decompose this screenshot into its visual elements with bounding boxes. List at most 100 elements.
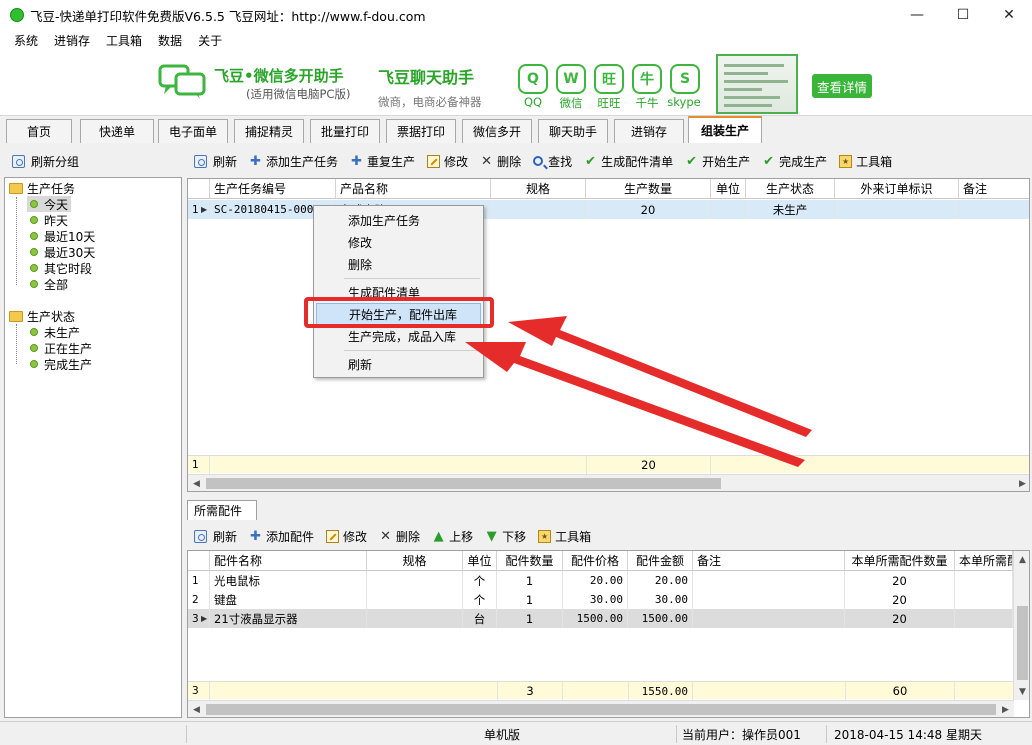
col-unit[interactable]: 单位 [711, 179, 746, 199]
start-production-button[interactable]: ✔ 开始生产 [685, 153, 750, 170]
col-part-need[interactable]: 本单所需配件数量 [845, 551, 955, 571]
tab-assembly[interactable]: 组装生产 [688, 116, 762, 143]
scroll-thumb[interactable] [206, 478, 721, 489]
col-note[interactable]: 备注 [959, 179, 1029, 199]
menu-inventory[interactable]: 进销存 [46, 32, 98, 49]
close-button[interactable]: ✕ [986, 0, 1032, 30]
minimize-button[interactable]: — [894, 0, 940, 30]
cell-part-note [693, 571, 845, 590]
toolbox-button[interactable]: ★ 工具箱 [839, 153, 892, 170]
tab-express[interactable]: 快递单 [80, 119, 154, 143]
parts-toolbox-label: 工具箱 [555, 529, 592, 544]
scroll-right-icon[interactable]: ▶ [997, 701, 1014, 717]
table-row[interactable]: 3 21寸液晶显示器 台 1 1500.00 1500.00 20 [188, 609, 1014, 628]
tab-required-parts[interactable]: 所需配件 [187, 500, 257, 520]
table-row[interactable]: 1 光电鼠标 个 1 20.00 20.00 20 [188, 571, 1014, 590]
menu-about[interactable]: 关于 [190, 32, 230, 49]
tree-item-in-production[interactable]: 正在生产 [27, 340, 95, 356]
move-up-button[interactable]: ▲ 上移 [432, 528, 474, 545]
maximize-button[interactable]: ☐ [940, 0, 986, 30]
task-horizontal-scrollbar[interactable]: ◀ ▶ [188, 474, 1029, 491]
col-part-note[interactable]: 备注 [693, 551, 845, 571]
row-number: 1 [188, 571, 210, 590]
tab-inventory[interactable]: 进销存 [614, 119, 684, 143]
menu-tools[interactable]: 工具箱 [98, 32, 150, 49]
col-part-price[interactable]: 配件价格 [563, 551, 628, 571]
tree-item-today[interactable]: 今天 [27, 196, 72, 212]
menu-system[interactable]: 系统 [6, 32, 46, 49]
add-part-button[interactable]: ✚ 添加配件 [249, 528, 314, 545]
tree-item-not-produced[interactable]: 未生产 [27, 324, 83, 340]
tree-group-tasks[interactable]: 生产任务 [9, 180, 75, 196]
col-quantity[interactable]: 生产数量 [586, 179, 711, 199]
tree-item-last-10-days[interactable]: 最近10天 [27, 228, 98, 244]
ctx-add-task[interactable]: 添加生产任务 [316, 209, 481, 231]
cell-part-name: 光电鼠标 [210, 571, 367, 590]
tab-wechat-multi[interactable]: 微信多开 [462, 119, 532, 143]
ctx-delete[interactable]: 删除 [316, 253, 481, 275]
scroll-thumb[interactable] [1017, 606, 1028, 680]
view-details-button[interactable]: 查看详情 [812, 74, 872, 98]
col-spec[interactable]: 规格 [491, 179, 586, 199]
scroll-left-icon[interactable]: ◀ [188, 701, 205, 717]
edit-button[interactable]: 修改 [427, 153, 468, 170]
status-dot-icon [30, 216, 38, 224]
move-down-button[interactable]: ▼ 下移 [485, 528, 527, 545]
col-part-need-2[interactable]: 本单所需配 [955, 551, 1013, 571]
cell-part-amount: 1500.00 [628, 609, 693, 628]
parts-delete-button[interactable]: ✕ 删除 [379, 528, 420, 545]
col-task-code[interactable]: 生产任务编号 [210, 179, 336, 199]
tab-chat-assistant[interactable]: 聊天助手 [538, 119, 608, 143]
col-part-amount[interactable]: 配件金额 [628, 551, 693, 571]
tab-batch-print[interactable]: 批量打印 [310, 119, 380, 143]
scroll-thumb[interactable] [206, 704, 996, 715]
parts-vertical-scrollbar[interactable]: ▲ ▼ [1013, 551, 1029, 700]
parts-refresh-label: 刷新 [213, 529, 238, 544]
tab-receipt-print[interactable]: 票据打印 [386, 119, 456, 143]
parts-edit-button[interactable]: 修改 [326, 528, 367, 545]
tab-e-waybill[interactable]: 电子面单 [158, 119, 228, 143]
tree-item-last-30-days[interactable]: 最近30天 [27, 244, 98, 260]
col-part-spec[interactable]: 规格 [367, 551, 463, 571]
refresh-button[interactable]: 刷新 [194, 153, 237, 170]
tab-home[interactable]: 首页 [6, 119, 72, 143]
delete-button[interactable]: ✕ 删除 [480, 153, 521, 170]
complete-production-button[interactable]: ✔ 完成生产 [762, 153, 827, 170]
tree-item-yesterday[interactable]: 昨天 [27, 212, 71, 228]
tab-capture[interactable]: 捕捉精灵 [234, 119, 304, 143]
add-task-button[interactable]: ✚ 添加生产任务 [249, 153, 338, 170]
scroll-right-icon[interactable]: ▶ [1014, 475, 1029, 491]
parts-toolbox-button[interactable]: ★ 工具箱 [538, 528, 591, 545]
group-tree: 生产任务 今天 昨天 最近10天 最近30天 其它时段 全部 生产状态 未生产 … [4, 177, 182, 718]
refresh-groups-button[interactable]: 刷新分组 [4, 147, 182, 175]
scroll-up-icon[interactable]: ▲ [1014, 551, 1029, 568]
repeat-production-button[interactable]: ✚ 重复生产 [350, 153, 415, 170]
tree-item-all[interactable]: 全部 [27, 276, 71, 292]
col-part-unit[interactable]: 单位 [463, 551, 497, 571]
find-button[interactable]: 查找 [533, 153, 572, 170]
tree-group-status[interactable]: 生产状态 [9, 308, 75, 324]
ctx-complete-production[interactable]: 生产完成，成品入库 [316, 325, 481, 347]
tree-item-completed[interactable]: 完成生产 [27, 356, 95, 372]
col-part-name[interactable]: 配件名称 [210, 551, 367, 571]
col-part-qty[interactable]: 配件数量 [497, 551, 563, 571]
wangwang-label: 旺旺 [597, 96, 621, 110]
menu-data[interactable]: 数据 [150, 32, 190, 49]
col-product-name[interactable]: 产品名称 [336, 179, 491, 199]
scroll-down-icon[interactable]: ▼ [1014, 683, 1029, 700]
parts-horizontal-scrollbar[interactable]: ◀ ▶ [188, 700, 1014, 717]
scroll-left-icon[interactable]: ◀ [188, 475, 205, 491]
col-status[interactable]: 生产状态 [746, 179, 835, 199]
generate-parts-list-button[interactable]: ✔ 生成配件清单 [584, 153, 673, 170]
ctx-edit[interactable]: 修改 [316, 231, 481, 253]
parts-refresh-button[interactable]: 刷新 [194, 528, 237, 545]
tree-item-other-period[interactable]: 其它时段 [27, 260, 95, 276]
table-row[interactable]: 2 键盘 个 1 30.00 30.00 20 [188, 590, 1014, 609]
check-icon: ✔ [686, 153, 698, 169]
ctx-separator [344, 278, 480, 279]
highlight-box [304, 297, 494, 328]
add-part-label: 添加配件 [266, 529, 315, 544]
ctx-refresh[interactable]: 刷新 [316, 353, 481, 375]
col-external-order[interactable]: 外来订单标识 [835, 179, 959, 199]
pencil-icon [326, 529, 340, 543]
